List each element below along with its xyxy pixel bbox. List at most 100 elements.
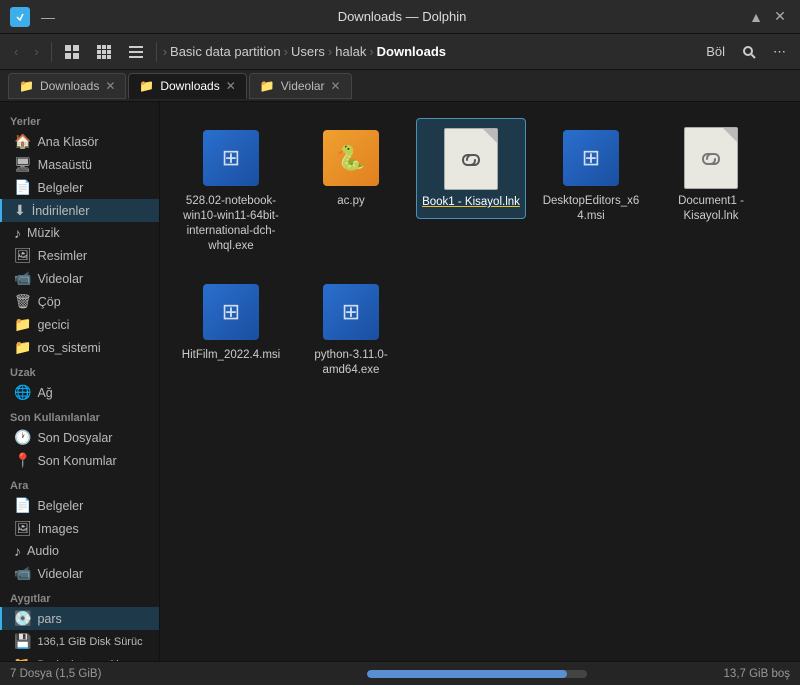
file-icon-python-wrap — [319, 280, 383, 344]
sidebar-item-indirilenler[interactable]: ⬇ İndirilenler — [0, 199, 159, 222]
file-item-py[interactable]: ac.py — [296, 118, 406, 217]
sidebar-label-pars: pars — [37, 612, 61, 626]
file-name-lnk-doc1: Document1 - Kisayol.lnk — [661, 194, 761, 224]
storage-bar — [367, 670, 587, 678]
tab-close-2[interactable]: ✕ — [226, 80, 236, 92]
partition-icon: 📂 — [14, 656, 31, 661]
sidebar-label-gecici: gecici — [37, 318, 69, 332]
file-item-lnk-book1[interactable]: Book1 - Kisayol.lnk — [416, 118, 526, 219]
sidebar-item-belgeler[interactable]: 📄 Belgeler — [0, 176, 159, 199]
minimize-button[interactable]: — — [38, 7, 58, 27]
view-grid-button[interactable] — [90, 38, 118, 66]
file-item-python[interactable]: python-3.11.0-amd64.exe — [296, 272, 406, 386]
sidebar-item-pars[interactable]: 💽 pars — [0, 607, 159, 630]
sidebar-item-ara-belgeler[interactable]: 📄 Belgeler — [0, 494, 159, 517]
file-item-exe[interactable]: 528.02-notebook-win10-win11-64bit-intern… — [176, 118, 286, 262]
file-content-area: 528.02-notebook-win10-win11-64bit-intern… — [160, 102, 800, 661]
file-item-msi-hitfilm[interactable]: HitFilm_2022.4.msi — [176, 272, 286, 371]
sidebar-label-videolar: Videolar — [37, 272, 83, 286]
music-icon: ♪ — [14, 225, 21, 241]
sidebar-label-masaustu: Masaüstü — [38, 158, 92, 172]
tab-videolar[interactable]: 📁 Videolar ✕ — [249, 73, 352, 99]
sidebar-item-disk[interactable]: 💾 136,1 GiB Disk Sürüc — [0, 630, 159, 653]
sidebar-section-aygitlar: Aygıtlar — [0, 585, 159, 607]
status-text: 7 Dosya (1,5 GiB) — [10, 668, 359, 680]
file-item-msi-desktop[interactable]: DesktopEditors_x64.msi — [536, 118, 646, 232]
sidebar-label-ag: Ağ — [37, 386, 52, 400]
file-icon-lnk — [444, 128, 498, 190]
tab-close-1[interactable]: ✕ — [105, 80, 115, 92]
sidebar-label-ros-sistemi: ros_sistemi — [37, 341, 100, 355]
file-icon-exe — [203, 130, 259, 186]
back-button[interactable]: ‹ — [8, 38, 24, 66]
tab-label-downloads-1: Downloads — [40, 79, 99, 93]
toolbar: ‹ › › Basic data partition › Users › hal… — [0, 34, 800, 70]
file-name-msi-desktop: DesktopEditors_x64.msi — [541, 194, 641, 224]
view-icons-button[interactable] — [58, 38, 86, 66]
recent-files-icon: 🕐 — [14, 429, 31, 446]
breadcrumb-item-partition[interactable]: Basic data partition — [170, 44, 281, 59]
sidebar-label-resimler: Resimler — [38, 249, 87, 263]
sidebar-item-ana-klasor[interactable]: 🏠 Ana Klasör — [0, 130, 159, 153]
tab-folder-icon-1: 📁 — [19, 79, 34, 93]
title-bar: — Downloads — Dolphin ▲ ✕ — [0, 0, 800, 34]
status-bar: 7 Dosya (1,5 GiB) 13,7 GiB boş — [0, 661, 800, 685]
file-icon-doc-wrap — [679, 126, 743, 190]
sidebar-item-cop[interactable]: 🗑 Çöp — [0, 290, 159, 313]
breadcrumb-sep-3: › — [369, 44, 373, 59]
breadcrumb-item-halak[interactable]: halak — [335, 44, 366, 59]
sidebar-item-ara-audio[interactable]: ♪ Audio — [0, 540, 159, 562]
storage-bar-fill — [367, 670, 567, 678]
close-button[interactable]: ✕ — [770, 7, 790, 27]
sidebar-item-masaustu[interactable]: 🖥 Masaüstü — [0, 153, 159, 176]
sidebar-item-son-dosyalar[interactable]: 🕐 Son Dosyalar — [0, 426, 159, 449]
folder-ros-icon: 📁 — [14, 339, 31, 356]
tab-label-videolar: Videolar — [281, 79, 325, 93]
sidebar-item-ag[interactable]: 🌐 Ağ — [0, 381, 159, 404]
sidebar-item-resimler[interactable]: 🖼 Resimler — [0, 244, 159, 267]
breadcrumb-item-downloads[interactable]: Downloads — [377, 44, 446, 59]
trash-icon: 🗑 — [14, 293, 32, 310]
view-list-button[interactable] — [122, 38, 150, 66]
sidebar-label-ara-images: Images — [38, 522, 79, 536]
tab-close-3[interactable]: ✕ — [331, 80, 341, 92]
breadcrumb-item-users[interactable]: Users — [291, 44, 325, 59]
sidebar-label-ara-audio: Audio — [27, 544, 59, 558]
images-icon: 🖼 — [14, 247, 32, 264]
sidebar-item-muzik[interactable]: ♪ Müzik — [0, 222, 159, 244]
file-icon-msi — [563, 130, 619, 186]
toolbar-separator-2 — [156, 42, 157, 62]
sidebar-label-basic-partition: Basic data partition — [37, 659, 131, 662]
file-icon-msi-wrap — [559, 126, 623, 190]
sidebar-item-son-konumlar[interactable]: 📍 Son Konumlar — [0, 449, 159, 472]
disk-pars-icon: 💽 — [14, 610, 31, 627]
search-video-icon: 📹 — [14, 565, 31, 582]
home-icon: 🏠 — [14, 133, 31, 150]
video-icon: 📹 — [14, 270, 31, 287]
split-button[interactable]: Böl — [700, 38, 731, 66]
breadcrumb-sep-1: › — [284, 44, 288, 59]
tab-downloads-2[interactable]: 📁 Downloads ✕ — [128, 73, 246, 99]
file-item-lnk-doc1[interactable]: Document1 - Kisayol.lnk — [656, 118, 766, 232]
sidebar-item-ara-images[interactable]: 🖼 Images — [0, 517, 159, 540]
storage-bar-wrap — [367, 670, 716, 678]
sidebar-item-basic-partition[interactable]: 📂 Basic data partition — [0, 653, 159, 661]
toolbar-separator-1 — [51, 42, 52, 62]
app-icon — [10, 7, 30, 27]
file-name-python: python-3.11.0-amd64.exe — [301, 348, 401, 378]
search-button[interactable] — [735, 38, 763, 66]
menu-button[interactable]: ⋯ — [767, 38, 792, 66]
doc-icon: 📄 — [14, 179, 31, 196]
recent-places-icon: 📍 — [14, 452, 31, 469]
sidebar: Yerler 🏠 Ana Klasör 🖥 Masaüstü 📄 Belgele… — [0, 102, 160, 661]
sidebar-item-ara-videolar[interactable]: 📹 Videolar — [0, 562, 159, 585]
title-bar-right: ▲ ✕ — [746, 7, 790, 27]
sidebar-label-muzik: Müzik — [27, 226, 60, 240]
forward-button[interactable]: › — [28, 38, 44, 66]
file-icon-hitfilm-wrap — [199, 280, 263, 344]
sidebar-item-ros-sistemi[interactable]: 📁 ros_sistemi — [0, 336, 159, 359]
tab-downloads-1[interactable]: 📁 Downloads ✕ — [8, 73, 126, 99]
sidebar-item-videolar[interactable]: 📹 Videolar — [0, 267, 159, 290]
maximize-button[interactable]: ▲ — [746, 7, 766, 27]
sidebar-item-gecici[interactable]: 📁 gecici — [0, 313, 159, 336]
